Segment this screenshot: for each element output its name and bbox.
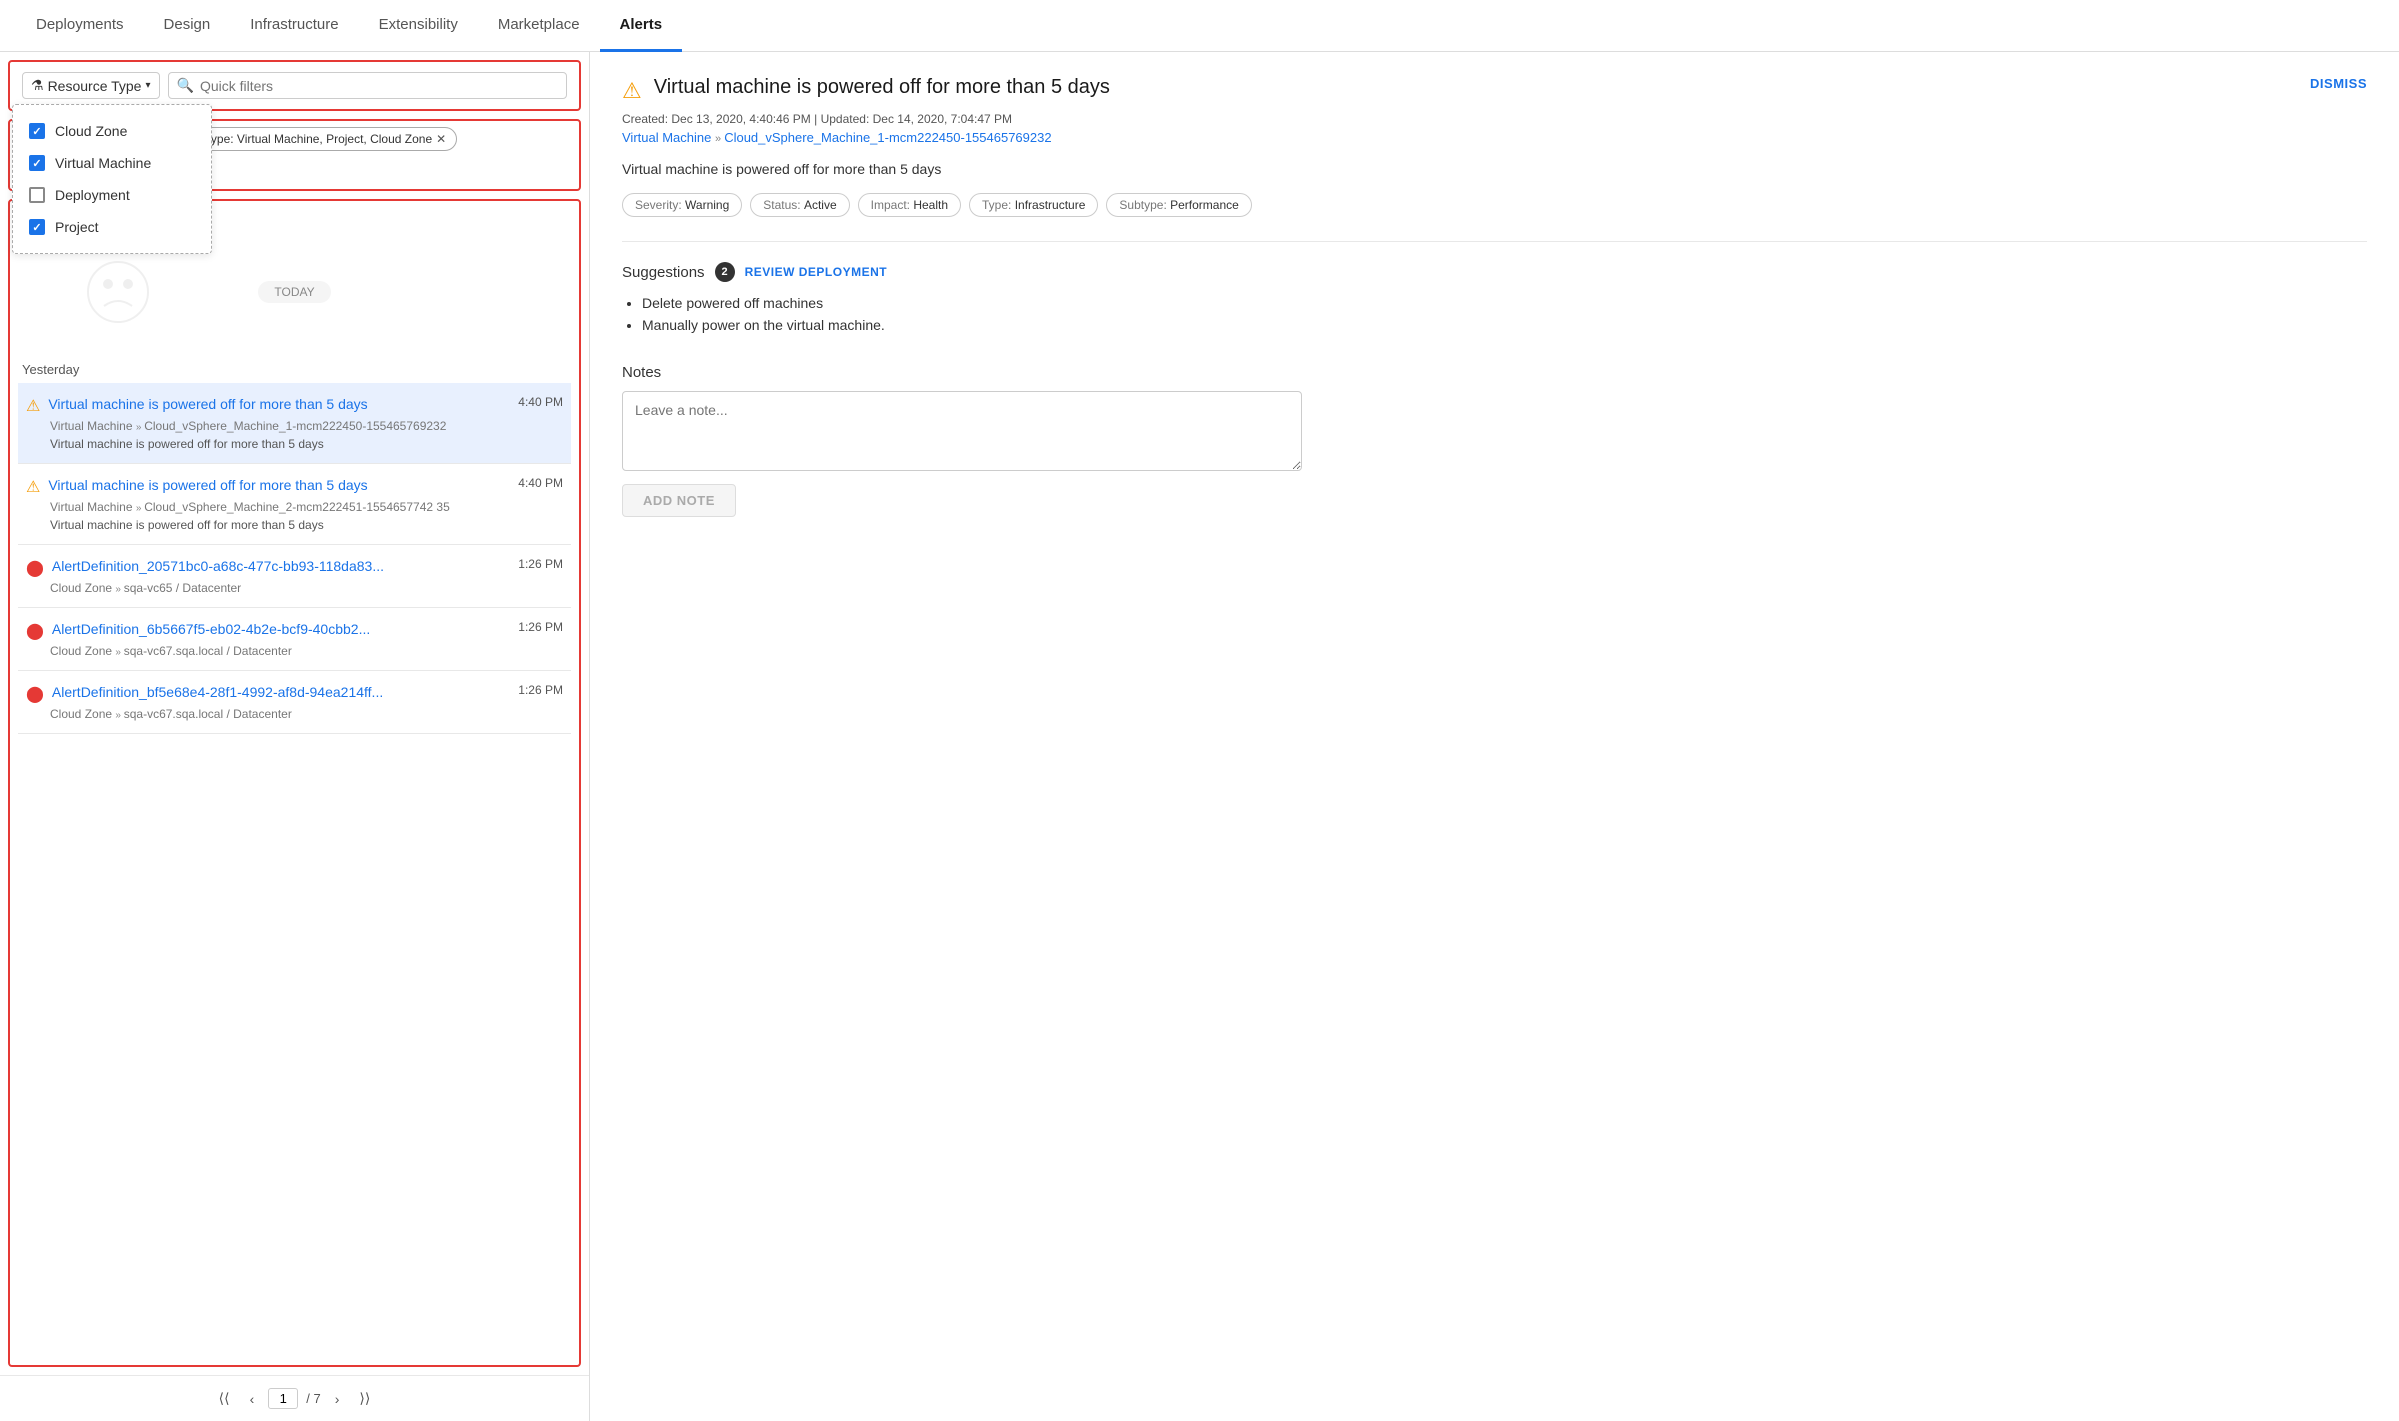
quick-filter-container: 🔍 (168, 72, 568, 99)
main-layout: ⚗ Resource Type ▾ 🔍 ✓ Cloud Zone (0, 52, 2399, 1421)
breadcrumb-child: Cloud_vSphere_Machine_1-mcm222450-155465… (724, 130, 1051, 145)
dropdown-item-cloud-zone[interactable]: ✓ Cloud Zone (29, 115, 195, 147)
tag-type: Type: Infrastructure (969, 193, 1098, 217)
suggestions-header: Suggestions 2 REVIEW DEPLOYMENT (622, 262, 2367, 282)
today-empty-label: TODAY (258, 281, 330, 303)
suggestions-title: Suggestions (622, 264, 705, 281)
checkbox-virtual-machine[interactable]: ✓ (29, 155, 45, 171)
detail-title: Virtual machine is powered off for more … (654, 76, 1110, 99)
alert-time-4: 1:26 PM (518, 620, 563, 634)
error-icon-4: ⬤ (26, 621, 44, 641)
alert-breadcrumb-5: Cloud Zone » sqa-vc67.sqa.local / Datace… (50, 707, 563, 721)
tag-impact: Impact: Health (858, 193, 961, 217)
detail-description: Virtual machine is powered off for more … (622, 161, 2367, 177)
detail-divider (622, 241, 2367, 242)
filter-icon: ⚗ (31, 77, 44, 94)
first-page-button[interactable]: ⟨⟨ (213, 1386, 236, 1411)
dropdown-label-deployment: Deployment (55, 187, 130, 203)
alert-time-1: 4:40 PM (518, 395, 563, 409)
nav-marketplace[interactable]: Marketplace (478, 0, 600, 52)
left-panel: ⚗ Resource Type ▾ 🔍 ✓ Cloud Zone (0, 52, 590, 1421)
right-panel: ⚠ Virtual machine is powered off for mor… (590, 52, 2399, 1421)
suggestions-badge: 2 (715, 262, 735, 282)
last-page-button[interactable]: ⟩⟩ (353, 1386, 376, 1411)
detail-title-row: ⚠ Virtual machine is powered off for mor… (622, 76, 1110, 104)
tag-severity: Severity: Warning (622, 193, 742, 217)
page-number-input[interactable] (268, 1388, 298, 1409)
notes-title: Notes (622, 364, 2367, 381)
pagination: ⟨⟨ ‹ / 7 › ⟩⟩ (0, 1375, 589, 1421)
next-page-button[interactable]: › (329, 1387, 346, 1411)
page-total: / 7 (306, 1391, 320, 1406)
alert-breadcrumb-1: Virtual Machine » Cloud_vSphere_Machine_… (50, 419, 563, 433)
dismiss-button[interactable]: DISMISS (2310, 76, 2367, 91)
alert-title-2: Virtual machine is powered off for more … (48, 476, 367, 494)
alert-title-1: Virtual machine is powered off for more … (48, 395, 367, 413)
detail-breadcrumb[interactable]: Virtual Machine » Cloud_vSphere_Machine_… (622, 130, 2367, 145)
detail-warning-icon: ⚠ (622, 78, 642, 104)
alert-title-5: AlertDefinition_bf5e68e4-28f1-4992-af8d-… (52, 683, 383, 701)
alert-time-3: 1:26 PM (518, 557, 563, 571)
warning-icon-1: ⚠ (26, 396, 40, 416)
tag-subtype: Subtype: Performance (1106, 193, 1251, 217)
alert-title-3: AlertDefinition_20571bc0-a68c-477c-bb93-… (52, 557, 384, 575)
nav-deployments[interactable]: Deployments (16, 0, 144, 52)
empty-icon (78, 252, 158, 335)
dropdown-label-virtual-machine: Virtual Machine (55, 155, 151, 171)
detail-header: ⚠ Virtual machine is powered off for mor… (622, 76, 2367, 104)
alert-breadcrumb-3: Cloud Zone » sqa-vc65 / Datacenter (50, 581, 563, 595)
tags-row: Severity: Warning Status: Active Impact:… (622, 193, 2367, 217)
checkbox-deployment[interactable] (29, 187, 45, 203)
dropdown-label-cloud-zone: Cloud Zone (55, 123, 127, 139)
top-navigation: Deployments Design Infrastructure Extens… (0, 0, 2399, 52)
dropdown-item-virtual-machine[interactable]: ✓ Virtual Machine (29, 147, 195, 179)
alert-item-5[interactable]: ⬤ AlertDefinition_bf5e68e4-28f1-4992-af8… (18, 671, 571, 734)
alert-item-1[interactable]: ⚠ Virtual machine is powered off for mor… (18, 383, 571, 464)
quick-filter-input[interactable] (200, 78, 558, 94)
error-icon-3: ⬤ (26, 558, 44, 578)
alert-time-2: 4:40 PM (518, 476, 563, 490)
review-deployment-button[interactable]: REVIEW DEPLOYMENT (745, 265, 888, 279)
checkbox-project[interactable]: ✓ (29, 219, 45, 235)
prev-page-button[interactable]: ‹ (244, 1387, 261, 1411)
alert-breadcrumb-2: Virtual Machine » Cloud_vSphere_Machine_… (50, 500, 563, 514)
detail-meta: Created: Dec 13, 2020, 4:40:46 PM | Upda… (622, 112, 2367, 126)
dropdown-label-project: Project (55, 219, 99, 235)
alert-list: Today TODAY Yesterday ⚠ (8, 199, 581, 1367)
nav-design[interactable]: Design (144, 0, 231, 52)
nav-extensibility[interactable]: Extensibility (359, 0, 478, 52)
chip-close-resource-type[interactable]: ✕ (436, 132, 446, 146)
dropdown-item-project[interactable]: ✓ Project (29, 211, 195, 243)
error-icon-5: ⬤ (26, 684, 44, 704)
resource-type-dropdown: ✓ Cloud Zone ✓ Virtual Machine Deploymen… (12, 104, 212, 254)
alert-item-2[interactable]: ⚠ Virtual machine is powered off for mor… (18, 464, 571, 545)
suggestion-item-2: Manually power on the virtual machine. (642, 314, 2367, 336)
nav-alerts[interactable]: Alerts (600, 0, 683, 52)
alert-title-4: AlertDefinition_6b5667f5-eb02-4b2e-bcf9-… (52, 620, 370, 638)
breadcrumb-parent: Virtual Machine (622, 130, 711, 145)
add-note-button[interactable]: ADD NOTE (622, 484, 736, 517)
suggestion-item-1: Delete powered off machines (642, 292, 2367, 314)
chevron-down-icon: ▾ (145, 80, 150, 91)
alert-time-5: 1:26 PM (518, 683, 563, 697)
checkbox-cloud-zone[interactable]: ✓ (29, 123, 45, 139)
suggestion-list: Delete powered off machines Manually pow… (622, 292, 2367, 336)
warning-icon-2: ⚠ (26, 477, 40, 497)
nav-infrastructure[interactable]: Infrastructure (230, 0, 358, 52)
tag-status: Status: Active (750, 193, 849, 217)
alert-description-2: Virtual machine is powered off for more … (50, 518, 563, 532)
notes-textarea[interactable] (622, 391, 1302, 471)
alert-item-3[interactable]: ⬤ AlertDefinition_20571bc0-a68c-477c-bb9… (18, 545, 571, 608)
alert-breadcrumb-4: Cloud Zone » sqa-vc67.sqa.local / Datace… (50, 644, 563, 658)
notes-section: Notes ADD NOTE (622, 364, 2367, 517)
section-yesterday: Yesterday (18, 352, 571, 383)
dropdown-item-deployment[interactable]: Deployment (29, 179, 195, 211)
alert-description-1: Virtual machine is powered off for more … (50, 437, 563, 451)
resource-type-label: Resource Type (48, 78, 142, 94)
alert-item-4[interactable]: ⬤ AlertDefinition_6b5667f5-eb02-4b2e-bcf… (18, 608, 571, 671)
resource-type-button[interactable]: ⚗ Resource Type ▾ (22, 72, 160, 99)
search-icon: 🔍 (177, 77, 194, 94)
